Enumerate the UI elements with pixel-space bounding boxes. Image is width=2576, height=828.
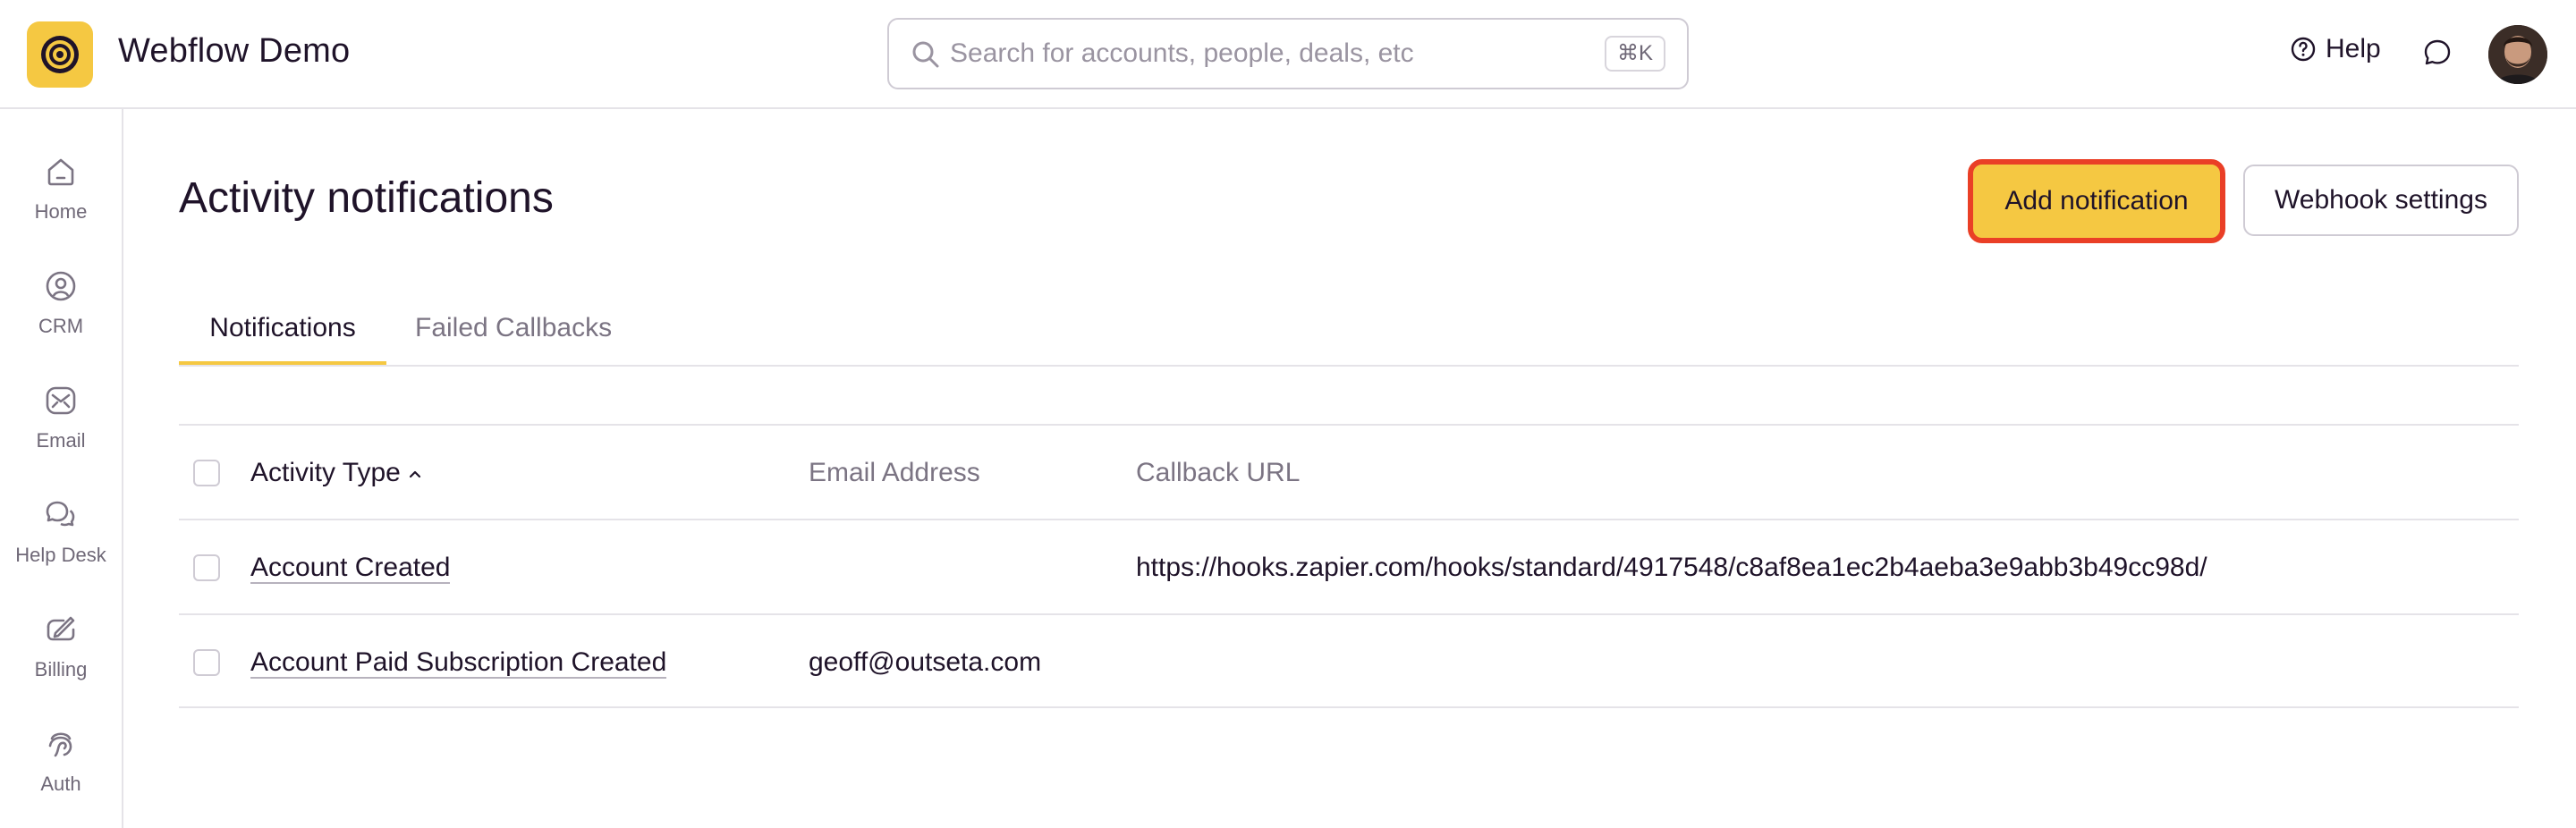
- table-row: Account Created https://hooks.zapier.com…: [179, 519, 2519, 613]
- sidebar-item-auth[interactable]: Auth: [0, 726, 122, 828]
- notifications-table: Activity Type Email Address Callback URL…: [179, 424, 2519, 708]
- chat-icon[interactable]: [2422, 38, 2453, 68]
- column-header-email-address[interactable]: Email Address: [809, 458, 980, 488]
- sidebar-item-label: Auth: [40, 773, 81, 795]
- sidebar-nav: Home CRM Email Help Desk Billing Auth: [0, 109, 123, 828]
- select-all-checkbox[interactable]: [193, 460, 220, 486]
- logo-icon: [41, 36, 79, 73]
- webhook-settings-button[interactable]: Webhook settings: [2243, 165, 2519, 236]
- sidebar-item-label: Help Desk: [15, 544, 106, 566]
- column-header-callback-url[interactable]: Callback URL: [1136, 458, 1300, 488]
- avatar-icon: [2488, 25, 2547, 84]
- page-title: Activity notifications: [179, 174, 554, 222]
- home-icon: [47, 158, 74, 186]
- user-circle-icon: [46, 271, 76, 301]
- tab-notifications[interactable]: Notifications: [179, 313, 386, 365]
- callback-url-cell: https://hooks.zapier.com/hooks/standard/…: [1136, 553, 2207, 582]
- sidebar-item-label: CRM: [38, 315, 84, 337]
- email-icon: [46, 386, 76, 415]
- row-checkbox[interactable]: [193, 649, 220, 676]
- chat-bubbles-icon: [46, 501, 75, 527]
- sidebar-item-help-desk[interactable]: Help Desk: [0, 497, 122, 604]
- add-notification-button[interactable]: Add notification: [1968, 159, 2225, 243]
- app-logo[interactable]: [27, 21, 93, 88]
- sidebar-item-home[interactable]: Home: [0, 154, 122, 261]
- sidebar-item-label: Email: [36, 429, 86, 452]
- search-icon: [912, 41, 939, 68]
- help-label: Help: [2326, 34, 2381, 63]
- search-shortcut-badge: ⌘K: [1604, 36, 1665, 72]
- global-search[interactable]: ⌘K: [887, 18, 1689, 89]
- billing-icon: [47, 616, 75, 641]
- tab-bar: Notifications Failed Callbacks: [179, 295, 2519, 367]
- column-header-activity-type[interactable]: Activity Type: [250, 458, 422, 488]
- sidebar-item-label: Home: [34, 200, 88, 223]
- user-avatar[interactable]: [2488, 25, 2547, 84]
- app-title: Webflow Demo: [118, 32, 351, 70]
- activity-type-link[interactable]: Account Paid Subscription Created: [250, 647, 667, 679]
- tab-failed-callbacks[interactable]: Failed Callbacks: [415, 313, 612, 343]
- column-header-label: Activity Type: [250, 458, 401, 487]
- activity-type-link[interactable]: Account Created: [250, 553, 451, 584]
- sort-ascending-icon: [409, 470, 420, 478]
- row-checkbox[interactable]: [193, 554, 220, 581]
- sidebar-item-label: Billing: [34, 658, 88, 680]
- table-header-row: Activity Type Email Address Callback URL: [179, 424, 2519, 519]
- sidebar-item-crm[interactable]: CRM: [0, 268, 122, 376]
- sidebar-item-email[interactable]: Email: [0, 383, 122, 490]
- search-input[interactable]: [950, 20, 1576, 88]
- top-bar: Webflow Demo ⌘K Help: [0, 0, 2576, 109]
- help-circle-icon: [2291, 37, 2316, 62]
- sidebar-item-billing[interactable]: Billing: [0, 612, 122, 719]
- table-row: Account Paid Subscription Created geoff@…: [179, 613, 2519, 708]
- help-button[interactable]: Help: [2290, 34, 2381, 64]
- email-address-cell: geoff@outseta.com: [809, 647, 1042, 677]
- fingerprint-icon: [48, 732, 72, 757]
